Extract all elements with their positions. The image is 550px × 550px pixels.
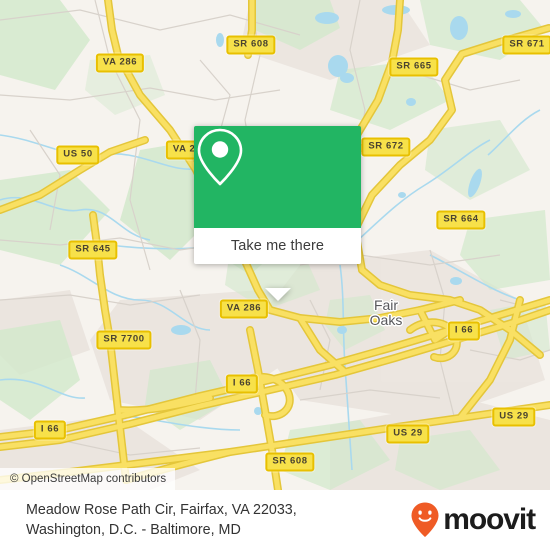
take-me-there-label: Take me there bbox=[230, 238, 325, 254]
moovit-logo[interactable]: moovit bbox=[410, 501, 536, 539]
place-label-line: Fair bbox=[373, 297, 399, 313]
road-shield: SR 7700 bbox=[96, 330, 152, 350]
address-line-2: Washington, D.C. - Baltimore, MD bbox=[26, 522, 241, 538]
road-shield: I 66 bbox=[225, 374, 259, 394]
road-shield: SR 665 bbox=[389, 57, 439, 77]
address-block: Meadow Rose Path Cir, Fairfax, VA 22033,… bbox=[26, 500, 297, 540]
osm-attribution[interactable]: © OpenStreetMap contributors bbox=[0, 468, 176, 490]
callout-pointer bbox=[264, 288, 291, 301]
road-shield: VA 286 bbox=[95, 53, 145, 73]
road-shield: I 66 bbox=[33, 420, 67, 440]
take-me-there-callout[interactable]: Take me there bbox=[194, 126, 361, 301]
road-shield: SR 645 bbox=[68, 240, 118, 260]
road-shield: US 29 bbox=[492, 407, 536, 427]
road-shield: I 66 bbox=[447, 321, 481, 341]
callout-header bbox=[194, 126, 361, 228]
road-shield: SR 664 bbox=[436, 210, 486, 230]
place-label-line: Oaks bbox=[369, 312, 403, 328]
road-shield: SR 671 bbox=[502, 35, 550, 55]
road-shield: SR 608 bbox=[265, 452, 315, 472]
footer-bar: Meadow Rose Path Cir, Fairfax, VA 22033,… bbox=[0, 490, 550, 550]
moovit-wordmark: moovit bbox=[443, 503, 536, 536]
road-shield: US 50 bbox=[56, 145, 100, 165]
road-shield: SR 608 bbox=[226, 35, 276, 55]
moovit-smiley-pin-icon bbox=[411, 502, 439, 537]
road-shield: SR 672 bbox=[361, 137, 411, 157]
callout-footer[interactable]: Take me there bbox=[194, 228, 361, 264]
road-shield: US 29 bbox=[386, 424, 430, 444]
place-label: Fair Oaks bbox=[370, 298, 403, 328]
map-pin-icon bbox=[197, 128, 243, 186]
map-screenshot: SR 608 SR 671 VA 286 SR 665 US 50 VA 286 SR 67… bbox=[0, 0, 550, 550]
road-shield: VA 286 bbox=[219, 299, 269, 319]
map-canvas[interactable]: SR 608 SR 671 VA 286 SR 665 US 50 VA 286 SR 67… bbox=[0, 0, 550, 490]
address-line-1: Meadow Rose Path Cir, Fairfax, VA 22033, bbox=[26, 502, 297, 518]
